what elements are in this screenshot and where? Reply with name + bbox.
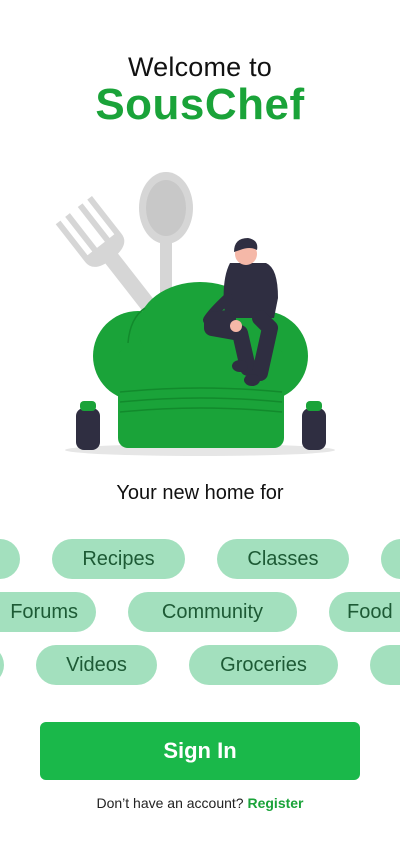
category-chip[interactable]: [381, 539, 400, 579]
category-chip[interactable]: [0, 539, 20, 579]
category-chip-videos[interactable]: Videos: [36, 645, 157, 685]
category-chip-classes[interactable]: Classes: [217, 539, 349, 579]
category-chip-row-1: Recipes Classes: [0, 539, 400, 579]
register-link[interactable]: Register: [247, 795, 303, 811]
category-chip-community[interactable]: Community: [128, 592, 297, 632]
pepper-shaker-icon: [302, 401, 326, 450]
category-chip[interactable]: [370, 645, 400, 685]
category-chip-forums[interactable]: Forums: [0, 592, 96, 632]
category-chip[interactable]: [0, 645, 4, 685]
welcome-heading: Welcome to: [127, 52, 273, 82]
category-chip-row-3: Videos Groceries: [0, 645, 400, 685]
category-chip-food[interactable]: Food: [329, 592, 400, 632]
hero-illustration: [55, 172, 335, 456]
sign-in-button[interactable]: Sign In: [40, 722, 360, 780]
category-chip-row-2: Forums Community Food: [0, 592, 400, 632]
category-chip-groceries[interactable]: Groceries: [189, 645, 338, 685]
category-chip-recipes[interactable]: Recipes: [52, 539, 185, 579]
tagline: Your new home for: [116, 482, 284, 504]
app-name: SousChef: [95, 80, 305, 129]
register-prompt: Don’t have an account? Register: [0, 795, 400, 811]
no-account-text: Don’t have an account?: [96, 795, 244, 811]
salt-shaker-icon: [76, 401, 100, 450]
